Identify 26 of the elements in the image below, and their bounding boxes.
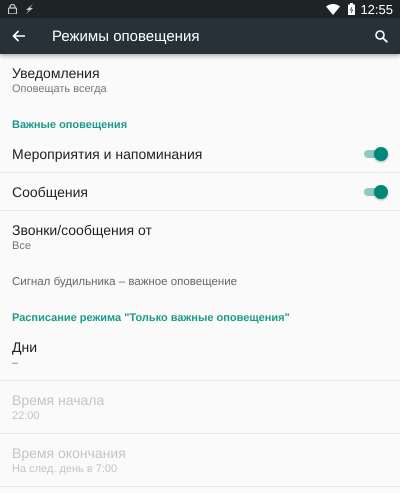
item-subtitle: Все: [12, 239, 32, 254]
toggle-switch[interactable]: [362, 146, 388, 160]
app-title: Режимы оповещения: [52, 28, 200, 44]
lock-icon: [8, 4, 17, 14]
switch-item[interactable]: Мероприятия и напоминания: [0, 135, 400, 173]
item-title: Звонки/сообщения от: [12, 221, 153, 239]
item-title: Мероприятия и напоминания: [12, 144, 202, 162]
settings-item[interactable]: Звонки/сообщения от Все: [0, 211, 400, 264]
settings-item[interactable]: Дни –: [0, 328, 400, 381]
item-title: Сообщения: [12, 182, 88, 200]
switch-item[interactable]: Сообщения: [0, 173, 400, 211]
item-subtitle: Оповещать всегда: [12, 82, 108, 97]
lightning-icon: [25, 4, 34, 14]
section-header: Важные оповещения: [11, 118, 128, 133]
battery-icon: [348, 3, 356, 15]
note-text: Сигнал будильника – важное оповещение: [11, 275, 238, 290]
item-title: Уведомления: [12, 64, 101, 82]
toggle-switch[interactable]: [362, 184, 388, 198]
search-icon: [375, 30, 388, 42]
settings-item[interactable]: Уведомления Оповещать всегда: [0, 54, 400, 107]
section-header: Расписание режима "Только важные оповещения": [11, 311, 291, 326]
wifi-icon: [326, 4, 340, 14]
status-time: 12:55: [360, 2, 393, 16]
item-title: Дни: [12, 338, 38, 356]
item-subtitle: –: [12, 356, 20, 370]
back-arrow-icon: [12, 30, 26, 42]
